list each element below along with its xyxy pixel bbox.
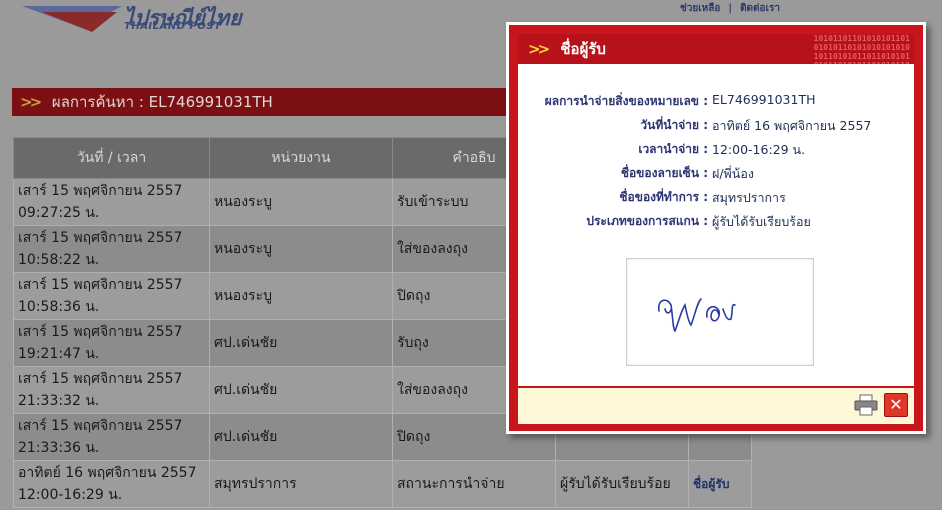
info-row: วันที่นำจ่าย : อาทิตย์ 16 พฤศจิกายน 2557 bbox=[518, 116, 914, 140]
recipient-name-link[interactable]: ชื่อผู้รับ bbox=[693, 477, 729, 491]
close-button[interactable]: ✕ bbox=[884, 393, 908, 417]
recipient-modal: >> ชื่อผู้รับ 10101101101010101101 01010… bbox=[506, 22, 926, 434]
info-value: อาทิตย์ 16 พฤศจิกายน 2557 bbox=[712, 118, 872, 133]
row-date-cell: เสาร์ 15 พฤศจิกายน 2557 09:27:25 น. bbox=[13, 178, 210, 226]
row-date-cell: เสาร์ 15 พฤศจิกายน 2557 21:33:32 น. bbox=[13, 366, 210, 414]
info-value: ฝ/พี่น้อง bbox=[712, 166, 754, 181]
row-unit-cell: ศป.เด่นชัย bbox=[209, 366, 393, 414]
info-row: ผลการนำจ่ายสิ่งของหมายเลข : EL746991031T… bbox=[518, 92, 914, 116]
logo-english-text: THAILAND POST bbox=[124, 21, 222, 32]
help-link[interactable]: ช่วยเหลือ bbox=[680, 3, 720, 14]
row-unit-cell: สมุทรปราการ bbox=[209, 460, 393, 508]
info-row: ชื่อของที่ทำการ : สมุทรปราการ bbox=[518, 188, 914, 212]
modal-title: ชื่อผู้รับ bbox=[560, 40, 606, 58]
modal-body: >> ชื่อผู้รับ 10101101101010101101 01010… bbox=[518, 34, 914, 424]
row-unit-cell: หนองระบู bbox=[209, 225, 393, 273]
binary-decoration: 10101101101010101101 0101011010101010101… bbox=[813, 34, 910, 64]
row-date-cell: เสาร์ 15 พฤศจิกายน 2557 10:58:22 น. bbox=[13, 225, 210, 273]
printer-icon[interactable] bbox=[854, 394, 878, 416]
top-links: ช่วยเหลือ | ติดต่อเรา bbox=[676, 1, 784, 16]
contact-link[interactable]: ติดต่อเรา bbox=[740, 3, 780, 14]
modal-footer: ✕ bbox=[518, 386, 914, 424]
info-label: ประเภทของการสแกน : bbox=[586, 214, 708, 228]
double-chevron-icon: >> bbox=[20, 93, 42, 111]
logo-wing-icon bbox=[22, 6, 122, 32]
row-desc-cell: สถานะการนำจ่าย bbox=[392, 460, 556, 508]
row-date-cell: เสาร์ 15 พฤศจิกายน 2557 10:58:36 น. bbox=[13, 272, 210, 320]
double-chevron-icon: >> bbox=[528, 40, 550, 58]
row-unit-cell: ศป.เด่นชัย bbox=[209, 319, 393, 367]
row-unit-cell: หนองระบู bbox=[209, 178, 393, 226]
row-link-cell: ชื่อผู้รับ bbox=[688, 460, 752, 508]
row-unit-cell: ศป.เด่นชัย bbox=[209, 413, 393, 461]
table-row: อาทิตย์ 16 พฤศจิกายน 2557 12:00-16:29 น. … bbox=[13, 460, 752, 508]
row-status-cell: ผู้รับได้รับเรียบร้อย bbox=[555, 460, 689, 508]
info-value: 12:00-16:29 น. bbox=[712, 142, 806, 157]
info-value: สมุทรปราการ bbox=[712, 190, 786, 205]
delivery-info: ผลการนำจ่ายสิ่งของหมายเลข : EL746991031T… bbox=[518, 92, 914, 236]
info-row: ประเภทของการสแกน : ผู้รับได้รับเรียบร้อย bbox=[518, 212, 914, 236]
row-date-cell: เสาร์ 15 พฤศจิกายน 2557 19:21:47 น. bbox=[13, 319, 210, 367]
header-unit: หน่วยงาน bbox=[209, 137, 393, 179]
info-label: ชื่อของลายเซ็น : bbox=[620, 166, 708, 180]
info-value: ผู้รับได้รับเรียบร้อย bbox=[712, 214, 811, 229]
info-label: เวลานำจ่าย : bbox=[638, 142, 708, 156]
signature-image bbox=[657, 298, 736, 333]
modal-header: >> ชื่อผู้รับ 10101101101010101101 01010… bbox=[518, 34, 914, 64]
search-result-bar: >> ผลการค้นหา : EL746991031TH bbox=[12, 88, 517, 116]
info-label: ชื่อของที่ทำการ : bbox=[619, 190, 708, 204]
info-label: ผลการนำจ่ายสิ่งของหมายเลข : bbox=[544, 94, 708, 108]
info-value: EL746991031TH bbox=[712, 92, 816, 107]
row-date-cell: เสาร์ 15 พฤศจิกายน 2557 21:33:36 น. bbox=[13, 413, 210, 461]
row-date-cell: อาทิตย์ 16 พฤศจิกายน 2557 12:00-16:29 น. bbox=[13, 460, 210, 508]
info-label: วันที่นำจ่าย : bbox=[640, 118, 708, 132]
info-row: ชื่อของลายเซ็น : ฝ/พี่น้อง bbox=[518, 164, 914, 188]
signature-box bbox=[626, 258, 814, 366]
info-row: เวลานำจ่าย : 12:00-16:29 น. bbox=[518, 140, 914, 164]
link-separator: | bbox=[728, 3, 733, 14]
row-unit-cell: หนองระบู bbox=[209, 272, 393, 320]
search-result-label: ผลการค้นหา : EL746991031TH bbox=[51, 93, 273, 111]
header-date-time: วันที่ / เวลา bbox=[13, 137, 210, 179]
